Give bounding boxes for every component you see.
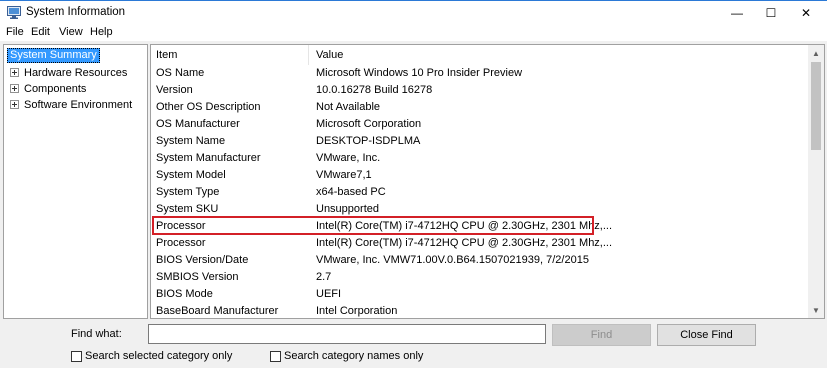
table-row[interactable]: Processor Intel(R) Core(TM) i7-4712HQ CPU… [151, 235, 809, 252]
menu-help[interactable]: Help [90, 26, 113, 38]
tree-item-label: Components [24, 82, 87, 95]
tree-item-label: Software Environment [24, 98, 133, 111]
menu-file[interactable]: File [6, 26, 24, 38]
close-find-button[interactable]: Close Find [657, 324, 756, 346]
menu-edit[interactable]: Edit [31, 26, 50, 38]
checkbox-box[interactable] [71, 350, 82, 362]
title-bar: System Information — ☐ ✕ [0, 0, 827, 24]
value-cell: 2.7 [316, 271, 332, 283]
value-cell: DESKTOP-ISDPLMA [316, 135, 421, 147]
expand-plus-icon[interactable] [10, 68, 19, 77]
menu-view[interactable]: View [59, 26, 83, 38]
processor-highlight-box [152, 216, 594, 235]
maximize-icon: ☐ [765, 5, 777, 20]
search-selected-category-checkbox[interactable]: Search selected category only [71, 349, 232, 363]
item-cell: Processor [156, 237, 206, 249]
value-cell: Microsoft Corporation [316, 118, 422, 130]
find-button[interactable]: Find [552, 324, 651, 346]
item-cell: SMBIOS Version [156, 271, 239, 283]
table-row[interactable]: OS Manufacturer Microsoft Corporation [151, 116, 809, 133]
table-row[interactable]: System Name DESKTOP-ISDPLMA [151, 133, 809, 150]
value-cell: Not Available [316, 101, 381, 113]
value-cell: UEFI [316, 288, 342, 300]
value-cell: VMware7,1 [316, 169, 372, 181]
value-cell: 10.0.16278 Build 16278 [316, 84, 433, 96]
item-cell: BIOS Mode [156, 288, 213, 300]
checkbox-label: Search category names only [284, 350, 424, 362]
scroll-up-arrow-icon[interactable]: ▲ [808, 45, 824, 61]
window-title: System Information [26, 6, 126, 18]
category-tree: System Summary Hardware Resources Compon… [3, 44, 148, 319]
table-row[interactable]: Version 10.0.16278 Build 16278 [151, 82, 809, 99]
table-row[interactable]: SMBIOS Version 2.7 [151, 269, 809, 286]
system-information-app-icon [7, 6, 21, 19]
expand-plus-icon[interactable] [10, 100, 19, 109]
close-icon: ✕ [800, 5, 812, 20]
table-row[interactable]: System Type x64-based PC [151, 184, 809, 201]
scroll-down-arrow-icon[interactable]: ▼ [808, 302, 824, 318]
value-cell: Intel Corporation [316, 305, 398, 317]
item-cell: System Manufacturer [156, 152, 261, 164]
search-category-names-checkbox[interactable]: Search category names only [270, 349, 423, 363]
value-cell: x64-based PC [316, 186, 386, 198]
details-list: Item Value OS Name Microsoft Windows 10 P… [150, 44, 825, 319]
tree-item-software-environment[interactable]: Software Environment [10, 97, 132, 112]
table-row[interactable]: BaseBoard Manufacturer Intel Corporation [151, 303, 809, 318]
checkbox-label: Search selected category only [85, 350, 233, 362]
tree-item-system-summary[interactable]: System Summary [7, 48, 100, 63]
item-cell: System Name [156, 135, 226, 147]
item-cell: BaseBoard Manufacturer [156, 305, 279, 317]
vertical-scrollbar[interactable]: ▲ ▼ [808, 45, 824, 318]
column-header-value[interactable]: Value [311, 45, 811, 65]
minimize-icon: — [731, 5, 743, 20]
table-row[interactable]: System Manufacturer VMware, Inc. [151, 150, 809, 167]
column-header-item[interactable]: Item [151, 45, 309, 65]
value-cell: VMware, Inc. VMW71.00V.0.B64.1507021939,… [316, 254, 589, 266]
close-window-button[interactable]: ✕ [789, 1, 823, 24]
maximize-button[interactable]: ☐ [754, 1, 788, 24]
minimize-button[interactable]: — [720, 1, 754, 24]
item-cell: System Model [156, 169, 226, 181]
tree-item-hardware-resources[interactable]: Hardware Resources [10, 65, 127, 80]
value-cell: VMware, Inc. [316, 152, 381, 164]
table-row[interactable]: OS Name Microsoft Windows 10 Pro Insider … [151, 65, 809, 82]
table-row[interactable]: BIOS Version/Date VMware, Inc. VMW71.00V.… [151, 252, 809, 269]
value-cell: Intel(R) Core(TM) i7-4712HQ CPU @ 2.30GH… [316, 237, 613, 249]
scroll-thumb[interactable] [811, 62, 821, 150]
table-row[interactable]: Other OS Description Not Available [151, 99, 809, 116]
item-cell: OS Manufacturer [156, 118, 240, 130]
find-what-input[interactable] [148, 324, 546, 344]
tree-item-label: Hardware Resources [24, 66, 128, 79]
menu-bar: File Edit View Help [0, 24, 827, 41]
checkbox-box[interactable] [270, 350, 281, 362]
item-cell: Other OS Description [156, 101, 261, 113]
tree-item-components[interactable]: Components [10, 81, 86, 96]
table-row[interactable]: System Model VMware7,1 [151, 167, 809, 184]
expand-plus-icon[interactable] [10, 84, 19, 93]
item-cell: OS Name [156, 67, 205, 79]
find-what-label: Find what: [71, 328, 122, 340]
item-cell: System Type [156, 186, 220, 198]
value-cell: Microsoft Windows 10 Pro Insider Preview [316, 67, 523, 79]
item-cell: Version [156, 84, 193, 96]
table-row[interactable]: BIOS Mode UEFI [151, 286, 809, 303]
item-cell: BIOS Version/Date [156, 254, 249, 266]
